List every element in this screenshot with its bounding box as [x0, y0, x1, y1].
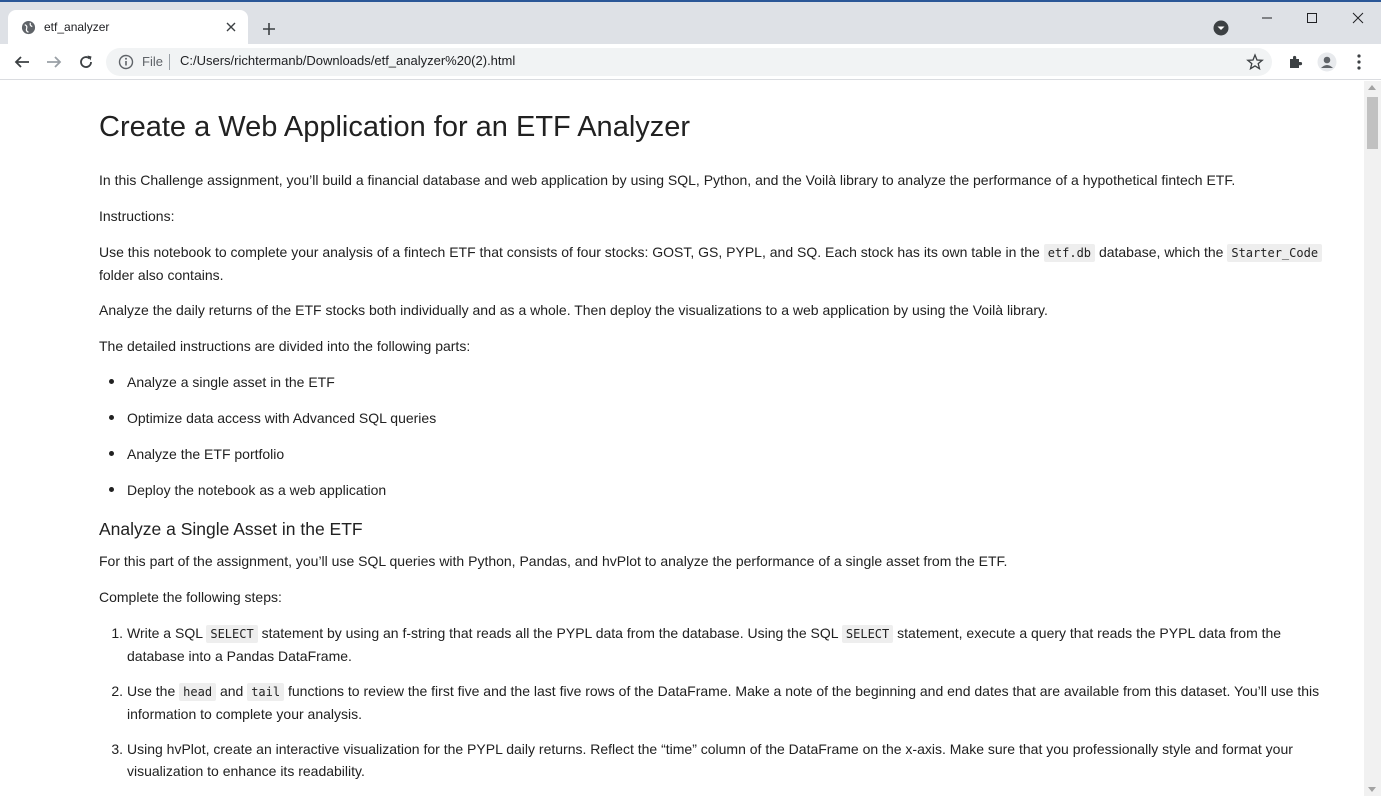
step-number: 2. [111, 683, 123, 699]
bookmark-star-icon[interactable] [1246, 53, 1264, 71]
analyze-daily-paragraph: Analyze the daily returns of the ETF sto… [99, 302, 1048, 318]
minimize-icon[interactable] [1255, 8, 1279, 28]
select-code: SELECT [841, 625, 894, 643]
maximize-icon[interactable] [1300, 8, 1324, 28]
new-tab-icon[interactable] [258, 18, 280, 40]
steps-intro: Complete the following steps: [99, 589, 282, 605]
close-window-icon[interactable] [1346, 8, 1370, 28]
browser-tab[interactable]: etf_analyzer [8, 10, 248, 46]
close-tab-icon[interactable] [222, 18, 240, 36]
step-item-1: 1. Write a SQL SELECT statement by using… [111, 622, 1327, 667]
step-text: and [219, 683, 244, 699]
step-number: 3. [111, 741, 123, 757]
notebook-usage-paragraph: Use this notebook to complete your analy… [99, 241, 1327, 286]
url-text[interactable]: C:/Users/richtermanb/Downloads/etf_analy… [180, 53, 515, 68]
url-scheme-label: File [142, 54, 163, 69]
head-code: head [179, 683, 217, 701]
step-text: Use the [127, 683, 176, 699]
instructions-label: Instructions: [99, 208, 175, 224]
tab-title: etf_analyzer [44, 20, 110, 34]
usage-text-mid: database, which the [1098, 244, 1224, 260]
parts-intro: The detailed instructions are divided in… [99, 338, 471, 354]
profile-avatar-icon[interactable] [1317, 52, 1337, 72]
more-menu-icon[interactable] [1349, 52, 1369, 72]
globe-icon [21, 20, 36, 35]
omnibox-divider [169, 54, 170, 70]
scroll-down-arrow-icon[interactable] [1368, 787, 1376, 792]
step-text: statement by using an f-string that read… [261, 625, 839, 641]
vertical-scrollbar[interactable] [1364, 81, 1381, 796]
tab-strip: etf_analyzer [0, 0, 1381, 46]
step-item-2: 2. Use the head and tail functions to re… [111, 680, 1327, 725]
scrollbar-thumb[interactable] [1367, 97, 1378, 149]
reload-icon[interactable] [74, 50, 98, 74]
page-content: Create a Web Application for an ETF Anal… [0, 81, 1364, 796]
tab-search-icon[interactable] [1212, 19, 1230, 37]
browser-toolbar: File C:/Users/richtermanb/Downloads/etf_… [0, 44, 1381, 80]
usage-text-end: folder also contains. [99, 267, 224, 283]
select-code: SELECT [206, 625, 258, 643]
list-item: Optimize data access with Advanced SQL q… [108, 407, 436, 429]
extensions-icon[interactable] [1285, 52, 1305, 72]
list-item: Analyze a single asset in the ETF [109, 371, 335, 393]
address-bar[interactable]: File C:/Users/richtermanb/Downloads/etf_… [106, 48, 1272, 76]
starter-code-code: Starter_Code [1227, 244, 1323, 262]
back-icon[interactable] [10, 50, 34, 74]
scroll-up-arrow-icon[interactable] [1368, 85, 1376, 90]
step-text: Using hvPlot, create an interactive visu… [127, 741, 1293, 779]
list-item: Analyze the ETF portfolio [108, 443, 284, 465]
etf-db-code: etf.db [1043, 244, 1096, 262]
tail-code: tail [247, 683, 285, 701]
step-number: 1. [111, 625, 123, 641]
usage-text-start: Use this notebook to complete your analy… [99, 244, 1040, 260]
info-icon[interactable] [118, 54, 134, 70]
step-item-3: 3. Using hvPlot, create an interactive v… [111, 738, 1327, 782]
forward-icon[interactable] [42, 50, 66, 74]
step-text: functions to review the first five and t… [127, 683, 1320, 722]
step-text: Write a SQL [127, 625, 203, 641]
intro-paragraph: In this Challenge assignment, you’ll bui… [99, 172, 1236, 188]
page-title: Create a Web Application for an ETF Anal… [99, 111, 691, 143]
section-intro: For this part of the assignment, you’ll … [99, 553, 1008, 569]
list-item: Deploy the notebook as a web application [108, 479, 386, 501]
section-heading: Analyze a Single Asset in the ETF [99, 519, 363, 539]
